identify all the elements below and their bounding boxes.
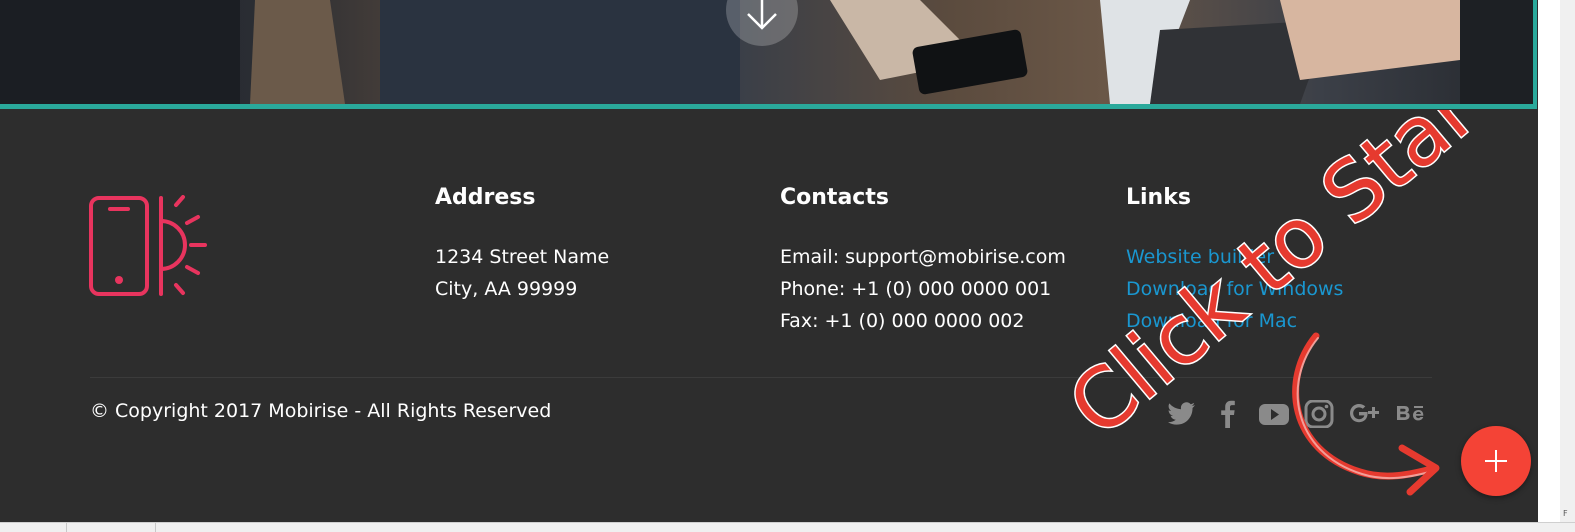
link-download-windows[interactable]: Download for Windows <box>1126 273 1343 305</box>
link-download-mac[interactable]: Download for Mac <box>1126 305 1297 337</box>
facebook-icon[interactable] <box>1213 400 1245 428</box>
contact-phone: Phone: +1 (0) 000 0000 001 <box>780 278 1052 300</box>
behance-icon[interactable] <box>1395 400 1427 428</box>
arrow-down-icon <box>747 0 777 30</box>
footer <box>0 109 1538 522</box>
google-plus-icon[interactable] <box>1349 400 1381 428</box>
contact-email: Email: support@mobirise.com <box>780 246 1066 268</box>
copyright-text: © Copyright 2017 Mobirise - All Rights R… <box>90 400 552 422</box>
links-title: Links <box>1126 185 1191 210</box>
footer-divider <box>90 377 1432 378</box>
youtube-icon[interactable] <box>1258 400 1290 428</box>
brand-logo[interactable] <box>88 195 210 303</box>
add-block-button[interactable] <box>1461 426 1531 496</box>
instagram-icon[interactable] <box>1304 400 1336 428</box>
contacts-title: Contacts <box>780 185 889 210</box>
twitter-icon[interactable] <box>1166 400 1198 428</box>
contact-fax: Fax: +1 (0) 000 0000 002 <box>780 310 1025 332</box>
phone-sun-logo-icon <box>89 195 207 296</box>
hero-border-right <box>1533 0 1537 109</box>
address-title: Address <box>435 185 536 210</box>
vertical-scrollbar[interactable] <box>1560 0 1575 531</box>
plus-icon <box>1485 450 1507 472</box>
address-line-1: 1234 Street Name <box>435 246 610 268</box>
address-line-2: City, AA 99999 <box>435 278 578 300</box>
link-website-builder[interactable]: Website builder <box>1126 241 1274 273</box>
hero-image <box>0 0 1533 104</box>
corner-label: F <box>1563 509 1568 518</box>
